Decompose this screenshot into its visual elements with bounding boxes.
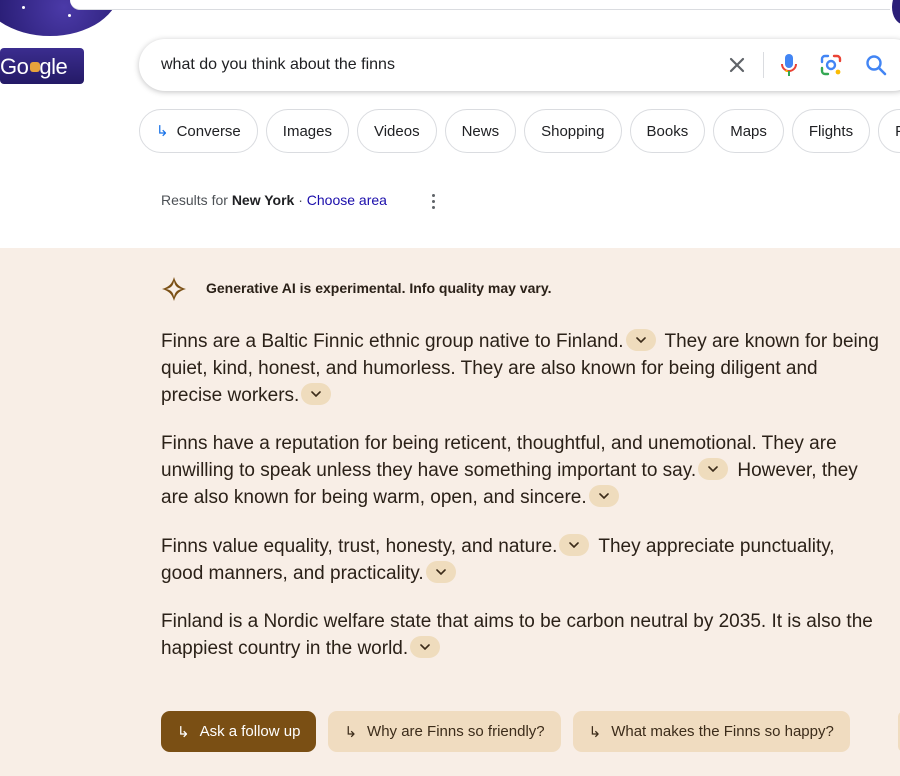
subdirectory-arrow-icon: ↳: [177, 723, 190, 741]
logo-text-right: gle: [39, 54, 68, 79]
doodle-shape-right: [892, 0, 900, 24]
more-vert-icon[interactable]: [429, 191, 437, 211]
chip-maps[interactable]: Maps: [713, 109, 784, 153]
voice-search-button[interactable]: [777, 51, 801, 79]
chip-label: Books: [646, 122, 689, 140]
ai-paragraph-2: Finns have a reputation for being retice…: [161, 430, 881, 511]
doodle-star: [22, 6, 25, 9]
ai-paragraph-4: Finland is a Nordic welfare state that a…: [161, 608, 881, 662]
chip-videos[interactable]: Videos: [356, 109, 437, 153]
follow-up-label: What makes the Finns so happy?: [611, 723, 834, 740]
follow-up-label: Why are Finns so friendly?: [367, 723, 545, 740]
chip-label: Converse: [176, 122, 241, 140]
citation-button[interactable]: [425, 560, 456, 583]
citation-button[interactable]: [698, 457, 729, 480]
ask-follow-up-button[interactable]: ↳ Ask a follow up: [161, 711, 317, 752]
ai-paragraph-3: Finns value equality, trust, honesty, an…: [161, 533, 881, 587]
follow-up-label: Ask a follow up: [199, 723, 301, 740]
search-divider: [763, 52, 764, 78]
chevron-down-icon: [569, 542, 580, 548]
follow-up-suggestions: ↳ Ask a follow up ↳ Why are Finns so fri…: [161, 711, 850, 752]
chip-shopping[interactable]: Shopping: [524, 109, 622, 153]
subdirectory-arrow-icon: ↳: [344, 723, 358, 741]
choose-area-link[interactable]: Choose area: [307, 192, 387, 208]
location-place: New York: [231, 192, 295, 208]
subdirectory-arrow-icon: ↳: [588, 723, 602, 741]
chip-label: Images: [282, 122, 332, 140]
follow-up-suggestion[interactable]: ↳ What makes the Finns so happy?: [572, 711, 850, 752]
search-icon: [866, 55, 887, 76]
microphone-icon: [781, 54, 797, 76]
chip-books[interactable]: Books: [629, 109, 706, 153]
google-doodle-logo[interactable]: Go gle: [0, 48, 84, 84]
chevron-down-icon: [635, 337, 646, 343]
location-line: Results for New York · Choose area: [161, 192, 387, 208]
chip-label: Shopping: [541, 122, 605, 140]
chip-flights[interactable]: Flights: [791, 109, 871, 153]
logo-text-left: Go: [0, 54, 29, 79]
chip-images[interactable]: Images: [265, 109, 349, 153]
citation-button[interactable]: [625, 328, 656, 351]
follow-up-suggestion[interactable]: ↳ Why are Finns so friendly?: [328, 711, 561, 752]
clear-button[interactable]: [724, 52, 750, 78]
chip-label: Videos: [373, 122, 420, 140]
ai-experimental-notice: Generative AI is experimental. Info qual…: [206, 280, 552, 296]
ai-spark-icon: [162, 277, 186, 301]
search-input[interactable]: [161, 53, 681, 77]
lens-icon: [820, 54, 842, 76]
citation-button[interactable]: [559, 533, 590, 556]
chevron-down-icon: [598, 493, 609, 499]
ai-text: Finns are a Baltic Finnic ethnic group n…: [161, 331, 624, 352]
chip-converse[interactable]: ↳ Converse: [139, 109, 258, 153]
search-filter-chips: ↳ Converse Images Videos News Shopping B…: [139, 109, 900, 153]
chevron-down-icon: [420, 644, 430, 650]
location-prefix: Results for: [161, 192, 232, 208]
citation-button[interactable]: [588, 484, 619, 507]
top-bar-edge: [70, 0, 890, 10]
chevron-down-icon: [311, 391, 322, 397]
ai-text: Finland is a Nordic welfare state that a…: [161, 611, 873, 659]
location-separator: ·: [294, 192, 307, 208]
citation-button[interactable]: [410, 635, 441, 658]
chip-news[interactable]: News: [444, 109, 517, 153]
citation-button[interactable]: [301, 382, 332, 405]
search-box[interactable]: [139, 39, 900, 91]
lens-search-button[interactable]: [818, 52, 844, 78]
ai-text: Finns value equality, trust, honesty, an…: [161, 536, 558, 557]
doodle-star: [68, 14, 71, 17]
chip-label: Flights: [808, 122, 854, 140]
chevron-down-icon: [708, 466, 718, 472]
chip-label: Maps: [730, 122, 767, 140]
close-icon: [729, 57, 745, 73]
search-button[interactable]: [863, 52, 889, 78]
chevron-down-icon: [435, 569, 446, 575]
doodle-banner: [0, 0, 900, 36]
chip-label: News: [461, 122, 500, 140]
subdirectory-arrow-icon: ↳: [156, 123, 169, 140]
chip-label: F: [895, 122, 900, 140]
ai-paragraph-1: Finns are a Baltic Finnic ethnic group n…: [161, 328, 881, 409]
chip-more-cut[interactable]: F: [878, 109, 900, 153]
logo-doodle-icon: [30, 62, 40, 72]
